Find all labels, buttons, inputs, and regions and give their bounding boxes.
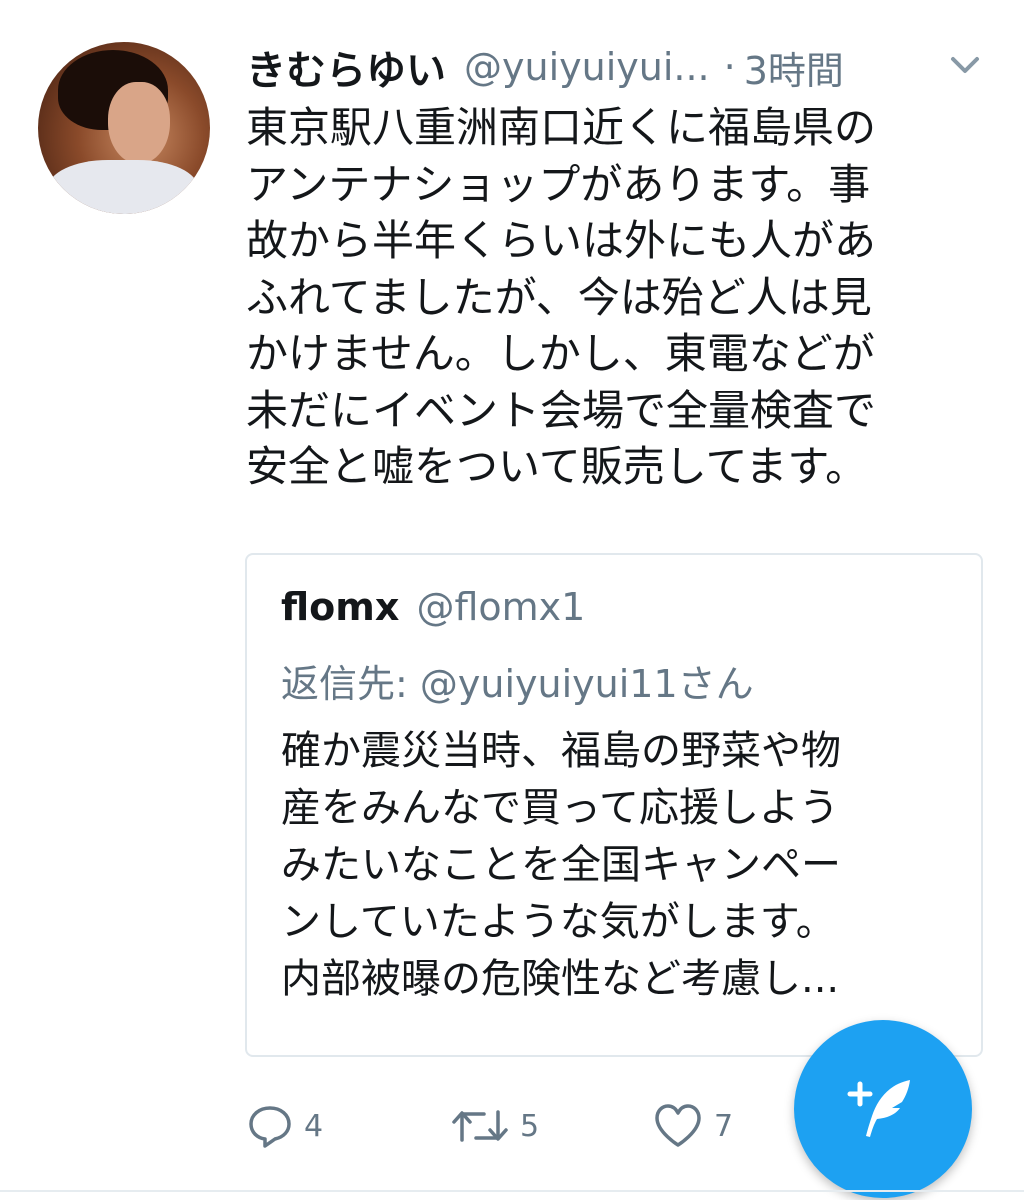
tweet-text-line: 安全と嘘をついて販売してます。: [246, 442, 868, 491]
tweet-actions: 4 5 7: [246, 1098, 806, 1154]
quoted-tweet-card[interactable]: flomx @flomx1 返信先: @yuiyuiyui11さん 確か震災当時…: [245, 553, 983, 1057]
divider: [0, 1190, 1024, 1192]
author-handle[interactable]: @yuiyuiyui...: [464, 45, 710, 89]
tweet-timestamp[interactable]: 3時間: [744, 40, 844, 95]
compose-tweet-button[interactable]: [794, 1020, 972, 1198]
quoted-text-line: 産をみんなで買って応援しよう: [281, 785, 839, 831]
quoted-text-line: みたいなことを全国キャンペー: [281, 842, 841, 888]
tweet-header: きむらゆい @yuiyuiyui... · 3時間: [246, 36, 1016, 98]
quoted-text-line: 内部被曝の危険性など考慮し...: [281, 956, 840, 1002]
author-name[interactable]: きむらゆい: [246, 38, 446, 96]
reply-count: 4: [304, 1108, 324, 1144]
quoted-text-line: 確か震災当時、福島の野菜や物: [281, 728, 841, 774]
quoted-tweet-text: 確か震災当時、福島の野菜や物 産をみんなで買って応援しよう みたいなことを全国キ…: [281, 723, 971, 1008]
quoted-tweet-header: flomx @flomx1: [281, 585, 585, 629]
avatar-face: [108, 82, 170, 164]
retweet-button[interactable]: 5: [450, 1098, 539, 1154]
quoted-text-line: ンしていたような気がします。: [281, 899, 836, 945]
chevron-down-icon[interactable]: [945, 50, 985, 80]
tweet-text: 東京駅八重洲南口近くに福島県の アンテナショップがあります。事 故から半年くらい…: [246, 100, 966, 496]
tweet-text-line: かけません。しかし、東電などが: [246, 329, 875, 378]
tweet-text-line: ふれてましたが、今は殆ど人は見: [246, 272, 872, 322]
tweet-text-line: アンテナショップがあります。事: [246, 159, 871, 209]
avatar-kimono: [48, 160, 198, 214]
heart-icon: [655, 1104, 701, 1147]
tweet-text-line: 未だにイベント会場で全量検査で: [246, 385, 877, 435]
retweet-count: 5: [520, 1108, 540, 1144]
tweet-text-line: 東京駅八重洲南口近くに福島県の: [246, 103, 877, 152]
reply-button[interactable]: 4: [246, 1098, 323, 1154]
retweet-icon: [452, 1110, 508, 1142]
like-button[interactable]: 7: [652, 1098, 733, 1154]
reply-icon: [249, 1106, 291, 1148]
author-avatar[interactable]: [38, 42, 210, 214]
quoted-reply-to: 返信先: @yuiyuiyui11さん: [281, 662, 754, 706]
tweet-text-line: 故から半年くらいは外にも人があ: [246, 216, 877, 265]
quoted-author-handle: @flomx1: [416, 585, 586, 629]
compose-feather-icon: [847, 1080, 910, 1137]
header-separator: ·: [723, 45, 736, 89]
quoted-author-name: flomx: [281, 585, 400, 629]
like-count: 7: [714, 1108, 734, 1144]
